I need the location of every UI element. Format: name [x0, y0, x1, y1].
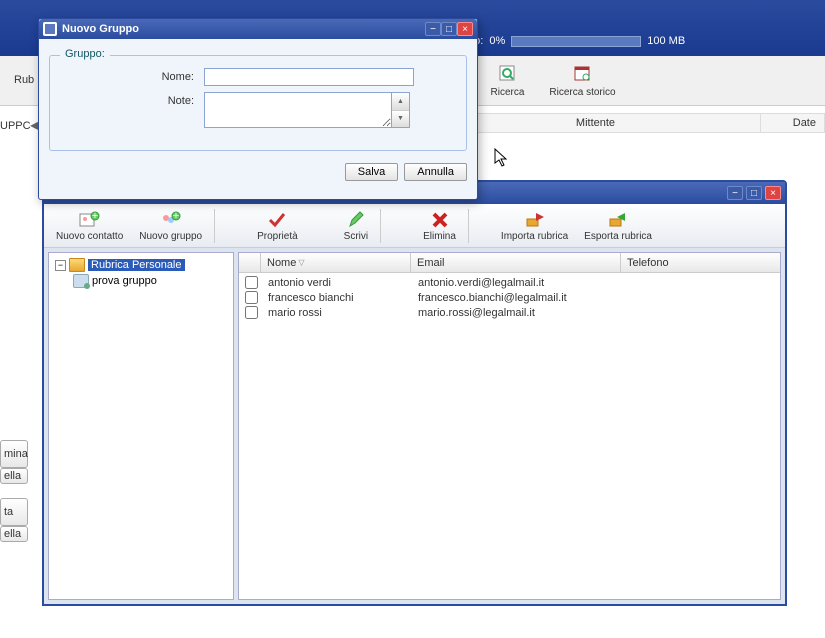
search-icon	[497, 63, 519, 85]
cursor-icon	[494, 148, 510, 168]
partial-button-ella[interactable]: ella	[0, 468, 28, 484]
maximize-icon[interactable]: □	[746, 186, 762, 200]
dialog-maximize-icon[interactable]: □	[441, 22, 457, 36]
nuovo-gruppo-button[interactable]: + Nuovo gruppo	[131, 205, 210, 247]
contact-add-icon: +	[79, 210, 101, 230]
row-checkbox[interactable]	[245, 291, 258, 304]
col-mittente[interactable]: Mittente	[431, 114, 761, 132]
ab-list: Nome ▽ Email Telefono antonio verdi anto…	[238, 252, 781, 600]
tree-expander-icon[interactable]: −	[55, 260, 66, 271]
ab-toolbar: + Nuovo contatto + Nuovo gruppo Propriet…	[44, 204, 785, 248]
ab-tree: − Rubrica Personale prova gruppo	[48, 252, 234, 600]
dialog-minimize-icon[interactable]: −	[425, 22, 441, 36]
dialog-icon	[43, 22, 57, 36]
dialog-title: Nuovo Gruppo	[62, 23, 425, 35]
importa-button[interactable]: Importa rubrica	[493, 205, 576, 247]
export-icon	[607, 210, 629, 230]
storage-percent: 0%	[489, 35, 505, 47]
import-icon	[524, 210, 546, 230]
tree-root-item[interactable]: − Rubrica Personale	[53, 257, 229, 273]
ricerca-storico-label: Ricerca storico	[549, 87, 615, 98]
close-icon[interactable]: ×	[765, 186, 781, 200]
dialog-close-icon[interactable]: ×	[457, 22, 473, 36]
nuovo-contatto-button[interactable]: + Nuovo contatto	[48, 205, 131, 247]
group-add-icon: +	[160, 210, 182, 230]
dialog-titlebar[interactable]: Nuovo Gruppo − □ ×	[39, 19, 477, 39]
partial-button-mina[interactable]: mina	[0, 440, 28, 468]
ricerca-button[interactable]: Ricerca	[470, 57, 545, 105]
delete-x-icon	[429, 210, 451, 230]
note-label: Note:	[64, 92, 204, 107]
ricerca-label: Ricerca	[491, 87, 525, 98]
scrivi-button[interactable]: Scrivi	[336, 205, 376, 247]
salva-button[interactable]: Salva	[345, 163, 399, 181]
col-date[interactable]: Date	[761, 114, 824, 132]
tree-child-item[interactable]: prova gruppo	[71, 273, 229, 289]
sort-desc-icon: ▽	[298, 258, 304, 267]
ab-list-header: Nome ▽ Email Telefono	[239, 253, 780, 273]
storage-total: 100 MB	[647, 35, 685, 47]
th-checkbox[interactable]	[239, 253, 261, 272]
partial-button-ta[interactable]: ta	[0, 498, 28, 526]
note-textarea[interactable]	[204, 92, 392, 128]
row-checkbox[interactable]	[245, 276, 258, 289]
proprieta-button[interactable]: Proprietà	[249, 205, 306, 247]
annulla-button[interactable]: Annulla	[404, 163, 467, 181]
gruppo-fieldset: Gruppo: Nome: Note: ▲ ▼	[49, 55, 467, 151]
esporta-button[interactable]: Esporta rubrica	[576, 205, 660, 247]
calendar-search-icon	[572, 63, 594, 85]
nome-input[interactable]	[204, 68, 414, 86]
pencil-icon	[345, 210, 367, 230]
svg-text:+: +	[172, 211, 178, 222]
fieldset-legend: Gruppo:	[60, 48, 110, 60]
elimina-button[interactable]: Elimina	[415, 205, 464, 247]
note-down-icon[interactable]: ▼	[392, 111, 409, 128]
minimize-icon[interactable]: −	[727, 186, 743, 200]
ab-list-body: antonio verdi antonio.verdi@legalmail.it…	[239, 273, 780, 322]
table-row[interactable]: mario rossi mario.rossi@legalmail.it	[239, 305, 780, 320]
group-icon	[73, 274, 89, 288]
ricerca-storico-button[interactable]: Ricerca storico	[545, 57, 620, 105]
row-checkbox[interactable]	[245, 306, 258, 319]
storage-bar	[511, 36, 641, 47]
table-row[interactable]: francesco bianchi francesco.bianchi@lega…	[239, 290, 780, 305]
table-row[interactable]: antonio verdi antonio.verdi@legalmail.it	[239, 275, 780, 290]
nome-label: Nome:	[64, 68, 204, 83]
note-up-icon[interactable]: ▲	[392, 93, 409, 111]
th-nome[interactable]: Nome ▽	[261, 253, 411, 272]
uppc-label: UPPC	[0, 120, 31, 132]
nuovo-gruppo-dialog: Nuovo Gruppo − □ × Gruppo: Nome: Note: ▲…	[38, 18, 478, 200]
checkmark-icon	[266, 210, 288, 230]
folder-icon	[69, 258, 85, 272]
rub-label: Rub	[14, 74, 34, 86]
partial-button-ella2[interactable]: ella	[0, 526, 28, 542]
th-email[interactable]: Email	[411, 253, 621, 272]
th-telefono[interactable]: Telefono	[621, 253, 780, 272]
svg-text:+: +	[91, 211, 97, 222]
address-book-window: − □ × + Nuovo contatto + Nuovo gruppo Pr…	[42, 180, 787, 606]
storage-info: zzato: 0% 100 MB	[454, 35, 685, 47]
